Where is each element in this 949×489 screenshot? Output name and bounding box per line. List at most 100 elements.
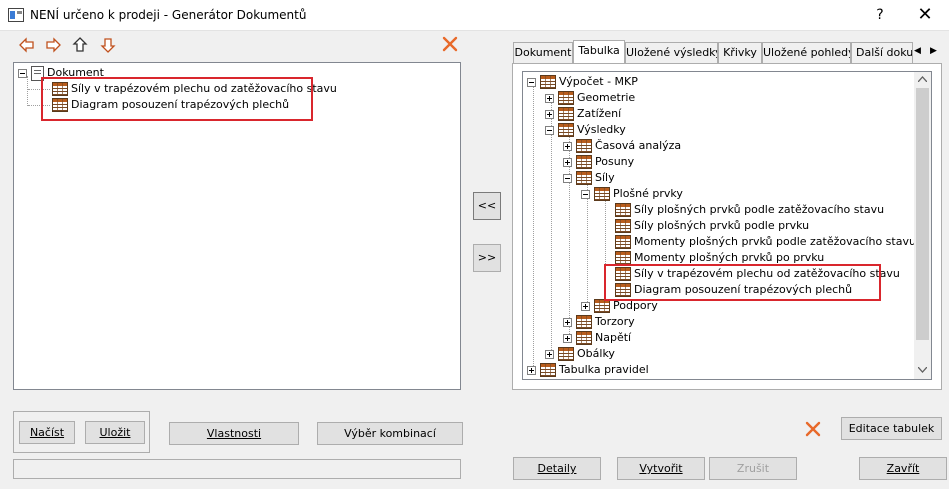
- tree-node-label: Obálky: [577, 347, 615, 360]
- table-icon: [540, 363, 556, 377]
- tree-node-label: Síly: [595, 171, 615, 184]
- details-button-label: Detaily: [537, 462, 577, 475]
- tab-scroll-right-button[interactable]: ▶: [930, 46, 937, 56]
- tree-node-label: Tabulka pravidel: [559, 363, 649, 376]
- tab-dalsi-dokumenty[interactable]: Další doku: [851, 42, 913, 64]
- properties-button[interactable]: Vlastnosti: [169, 422, 299, 445]
- collapse-toggle[interactable]: [18, 68, 27, 78]
- scroll-up-icon[interactable]: [918, 76, 927, 82]
- expand-toggle[interactable]: [527, 365, 536, 375]
- tree-node-plosne-prvky[interactable]: Plošné prvky: [581, 186, 683, 202]
- collapse-toggle[interactable]: [545, 125, 554, 135]
- arrow-left-icon[interactable]: [18, 36, 36, 54]
- highlight-box: [41, 77, 313, 121]
- combination-select-button-label: Výběr kombinací: [344, 427, 436, 440]
- highlight-box: [604, 264, 881, 301]
- collapse-toggle[interactable]: [581, 189, 590, 199]
- tree-node-label: Výpočet - MKP: [559, 75, 638, 88]
- table-icon: [558, 347, 574, 361]
- scroll-down-icon[interactable]: [918, 367, 927, 373]
- expand-toggle[interactable]: [545, 349, 554, 359]
- table-icon: [576, 171, 592, 185]
- window-title: NENÍ určeno k prodeji - Generátor Dokume…: [30, 8, 307, 22]
- close-window-button[interactable]: ✕: [910, 4, 940, 26]
- combination-select-button[interactable]: Výběr kombinací: [317, 422, 463, 445]
- title-bar: NENÍ určeno k prodeji - Generátor Dokume…: [0, 0, 949, 31]
- table-icon: [576, 331, 592, 345]
- table-icon: [576, 155, 592, 169]
- table-icon: [615, 251, 631, 265]
- tree-node-casova-analyza[interactable]: Časová analýza: [563, 138, 681, 154]
- app-icon: [8, 8, 24, 22]
- cancel-button-label: Zrušit: [736, 462, 770, 475]
- arrow-down-icon[interactable]: [99, 36, 117, 54]
- table-icon: [594, 187, 610, 201]
- collapse-toggle[interactable]: [527, 77, 536, 87]
- tree-scrollbar[interactable]: [914, 72, 931, 379]
- tree-node-label: Momenty plošných prvků podle zatěžovacíh…: [634, 235, 916, 248]
- tree-node-label: Časová analýza: [595, 139, 682, 152]
- expand-toggle[interactable]: [563, 317, 572, 327]
- tab-tabulka[interactable]: Tabulka: [573, 40, 625, 65]
- tree-node-vypocet[interactable]: Výpočet - MKP: [527, 74, 638, 90]
- tree-node-label: Zatížení: [577, 107, 622, 120]
- scroll-thumb[interactable]: [916, 88, 929, 340]
- collapse-toggle[interactable]: [563, 173, 572, 183]
- create-button[interactable]: Vytvořit: [617, 457, 705, 480]
- tree-node-sily[interactable]: Síly: [563, 170, 615, 186]
- expand-toggle[interactable]: [545, 93, 554, 103]
- tree-node-zatizeni[interactable]: Zatížení: [545, 106, 621, 122]
- help-button[interactable]: ?: [868, 4, 892, 26]
- table-icon: [615, 219, 631, 233]
- tree-node-label: Geometrie: [577, 91, 636, 104]
- tab-ulozene-vysledky[interactable]: Uložené výsledky: [625, 42, 718, 64]
- save-button[interactable]: Uložit: [85, 421, 145, 444]
- expand-toggle[interactable]: [581, 301, 590, 311]
- delete-icon[interactable]: [441, 35, 459, 53]
- table-icon: [594, 299, 610, 313]
- expand-toggle[interactable]: [545, 109, 554, 119]
- table-icon: [576, 315, 592, 329]
- properties-button-label: Vlastnosti: [206, 427, 262, 440]
- delete-icon[interactable]: [804, 420, 822, 438]
- edit-tables-button[interactable]: Editace tabulek: [841, 417, 942, 440]
- close-button[interactable]: Zavřít: [859, 457, 947, 480]
- tab-scroll-left-button[interactable]: ◀: [914, 46, 921, 56]
- tree-node-napeti[interactable]: Napětí: [563, 330, 631, 346]
- expand-toggle[interactable]: [563, 141, 572, 151]
- table-icon: [615, 235, 631, 249]
- table-icon: [558, 91, 574, 105]
- table-icon: [576, 139, 592, 153]
- load-button-label: Načíst: [29, 426, 65, 439]
- tab-dokument[interactable]: Dokument: [513, 42, 573, 64]
- status-field: [13, 459, 461, 479]
- tree-node-label: Plošné prvky: [613, 187, 683, 200]
- tree-node-obalky[interactable]: Obálky: [545, 346, 615, 362]
- cancel-button[interactable]: Zrušit: [709, 457, 797, 480]
- remove-from-document-button[interactable]: >>: [473, 244, 501, 272]
- tree-node-tabulka-pravidel[interactable]: Tabulka pravidel: [527, 362, 649, 378]
- arrow-up-icon[interactable]: [71, 36, 89, 54]
- table-icon: [615, 203, 631, 217]
- details-button[interactable]: Detaily: [513, 457, 601, 480]
- tree-node-label: Torzory: [595, 315, 635, 328]
- expand-toggle[interactable]: [563, 333, 572, 343]
- tree-node-sily-plosnych-prvku[interactable]: Síly plošných prvků podle prvku: [615, 218, 809, 234]
- tab-ulozene-pohledy[interactable]: Uložené pohledy: [762, 42, 851, 64]
- tree-node-sily-plosnych-zs[interactable]: Síly plošných prvků podle zatěžovacího s…: [615, 202, 884, 218]
- tree-node-torzory[interactable]: Torzory: [563, 314, 635, 330]
- tab-krivky[interactable]: Křivky: [718, 42, 762, 64]
- add-to-document-button[interactable]: <<: [473, 192, 501, 220]
- tree-node-label: Posuny: [595, 155, 635, 168]
- tree-node-vysledky[interactable]: Výsledky: [545, 122, 626, 138]
- tree-node-posuny[interactable]: Posuny: [563, 154, 634, 170]
- tree-node-geometrie[interactable]: Geometrie: [545, 90, 635, 106]
- expand-toggle[interactable]: [563, 157, 572, 167]
- arrow-right-icon[interactable]: [44, 36, 62, 54]
- load-button[interactable]: Načíst: [19, 421, 75, 444]
- tree-node-label: Napětí: [595, 331, 632, 344]
- tree-node-momenty-zs[interactable]: Momenty plošných prvků podle zatěžovacíh…: [615, 234, 916, 250]
- table-icon: [558, 123, 574, 137]
- tree-node-label: Síly plošných prvků podle zatěžovacího s…: [634, 203, 885, 216]
- table-tree-panel[interactable]: Výpočet - MKP Geometrie Zatížení Výsledk…: [522, 71, 932, 380]
